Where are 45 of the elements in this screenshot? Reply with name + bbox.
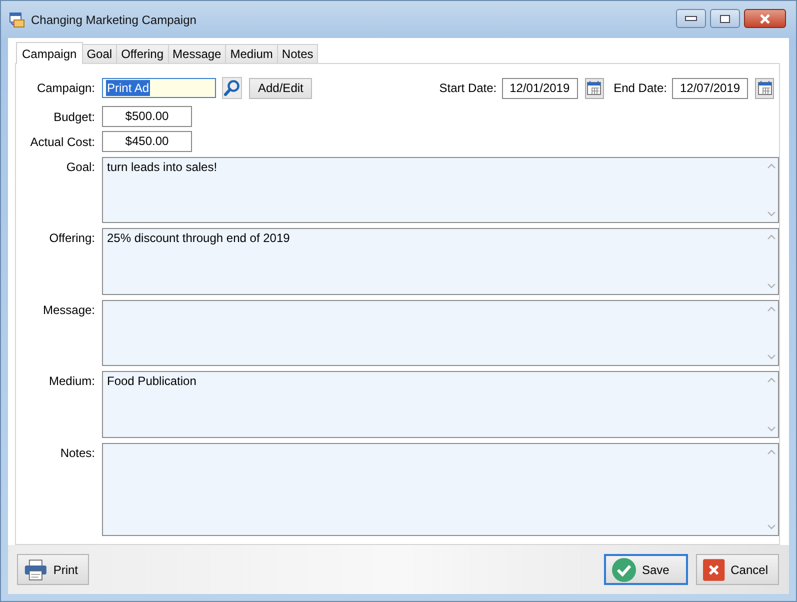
calendar-button[interactable] (584, 78, 604, 98)
calendar-button[interactable] (755, 78, 774, 98)
checkmark-icon (612, 558, 636, 582)
cancel-button[interactable]: Cancel (696, 554, 779, 585)
minimize-button[interactable] (676, 9, 706, 28)
tab[interactable]: Medium (225, 44, 278, 63)
field-label: Actual Cost: (29, 134, 96, 148)
search-button[interactable] (222, 77, 242, 99)
field-label: Message: (42, 302, 96, 319)
close-icon (703, 558, 725, 580)
text-area[interactable]: turn leads into sales! (102, 157, 779, 224)
campaign-field[interactable]: Print Ad (102, 78, 216, 98)
close-icon (759, 14, 771, 24)
field-label: Offering: (48, 230, 96, 248)
printer-icon (24, 558, 48, 582)
text-area-value: 25% discount through end of 2019 (107, 231, 291, 246)
date-field[interactable]: 12/01/2019 (502, 78, 578, 98)
tab[interactable]: Campaign (16, 42, 83, 64)
window-title: Changing Marketing Campaign (31, 12, 196, 26)
close-button[interactable] (744, 9, 786, 28)
text-area-value: turn leads into sales! (107, 160, 218, 175)
text-area[interactable] (102, 442, 779, 536)
save-button[interactable]: Save (604, 554, 688, 585)
field-label: Budget: (52, 110, 96, 124)
field-label: Start Date: (439, 81, 498, 95)
field-label: End Date: (614, 81, 668, 95)
field-label: Medium: (48, 373, 96, 390)
field-label: Goal: (65, 159, 96, 176)
amount-field[interactable]: $500.00 (102, 106, 192, 127)
app-icon (9, 12, 25, 28)
text-area[interactable]: Food Publication (102, 371, 779, 438)
tab[interactable]: Goal (82, 44, 118, 63)
text-area[interactable] (102, 300, 779, 366)
tab[interactable]: Message (168, 44, 226, 63)
tab[interactable]: Offering (116, 44, 169, 63)
date-field[interactable]: 12/07/2019 (672, 78, 748, 98)
text-area-value: Food Publication (107, 374, 198, 390)
add-edit-button[interactable]: Add/Edit (249, 78, 312, 98)
field-label: Notes: (59, 444, 96, 462)
print-button[interactable]: Print (17, 554, 89, 585)
tab[interactable]: Notes (276, 44, 318, 63)
amount-field[interactable]: $450.00 (102, 131, 192, 152)
maximize-button[interactable] (710, 9, 740, 28)
field-label: Campaign: (36, 81, 96, 95)
text-area[interactable]: 25% discount through end of 2019 (102, 228, 779, 295)
